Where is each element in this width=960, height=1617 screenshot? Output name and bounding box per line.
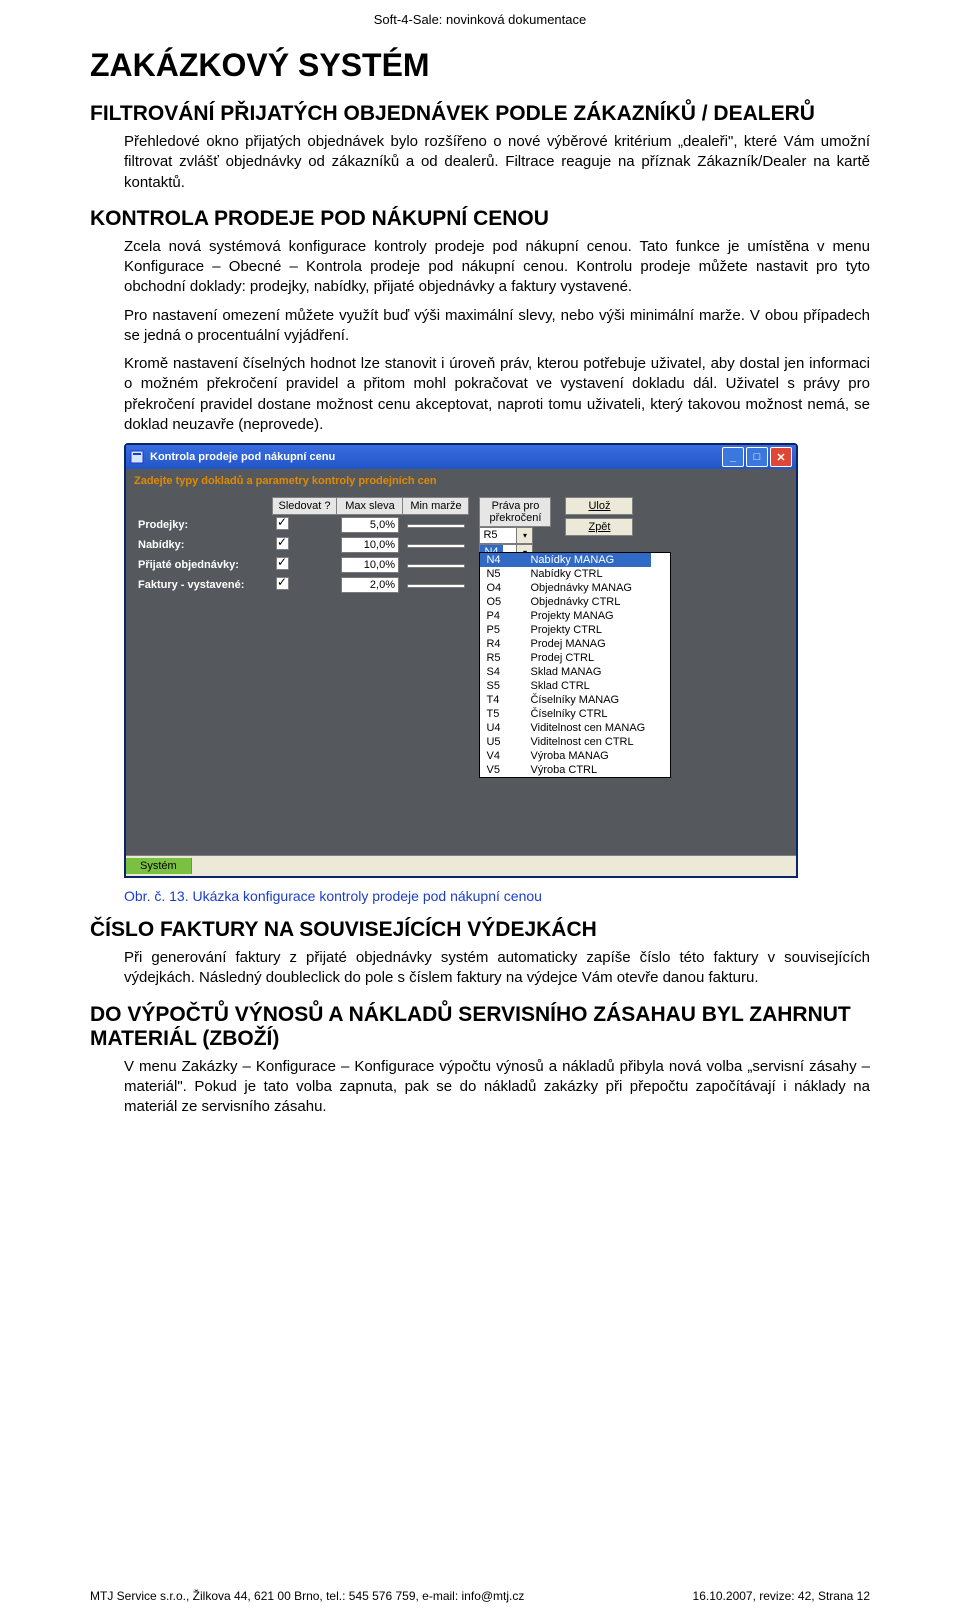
row-label: Faktury - vystavené: bbox=[134, 575, 272, 595]
dropdown-item[interactable]: R4Prodej MANAG bbox=[480, 637, 651, 651]
heading-initial: D bbox=[90, 1003, 105, 1026]
dropdown-item[interactable]: S5Sklad CTRL bbox=[480, 679, 651, 693]
back-button[interactable]: Zpět bbox=[565, 518, 633, 536]
maximize-button[interactable]: □ bbox=[746, 447, 768, 467]
save-button[interactable]: Ulož bbox=[565, 497, 633, 515]
maxsleva-prodejky[interactable]: 5,0% bbox=[341, 517, 399, 533]
heading-rest: ILTROVÁNÍ PŘIJATÝCH OBJEDNÁVEK PODLE ZÁK… bbox=[103, 102, 815, 125]
maxsleva-objednavky[interactable]: 10,0% bbox=[341, 557, 399, 573]
page-footer: MTJ Service s.r.o., Žilkova 44, 621 00 B… bbox=[90, 1589, 870, 1603]
page-header: Soft-4-Sale: novinková dokumentace bbox=[90, 0, 870, 27]
heading-rest: O VÝPOČTŮ VÝNOSŮ A NÁKLADŮ SERVISNÍHO ZÁ… bbox=[90, 1003, 851, 1050]
dropdown-item[interactable]: O4Objednávky MANAG bbox=[480, 581, 651, 595]
rights-dropdown-list[interactable]: N4Nabídky MANAGN5Nabídky CTRLO4Objednávk… bbox=[479, 552, 671, 778]
rights-select-prodejky[interactable]: R5▾ bbox=[479, 527, 533, 544]
section-3-heading: ČÍSLO FAKTURY NA SOUVISEJÍCÍCH VÝDEJKÁCH bbox=[90, 918, 870, 942]
heading-initial: K bbox=[90, 207, 105, 230]
window-title: Kontrola prodeje pod nákupní cenu bbox=[150, 451, 722, 463]
close-button[interactable]: ✕ bbox=[770, 447, 792, 467]
minmarze-prodejky[interactable] bbox=[407, 524, 465, 528]
dropdown-item[interactable]: U4Viditelnost cen MANAG bbox=[480, 721, 651, 735]
section-1-paragraph: Přehledové okno přijatých objednávek byl… bbox=[124, 132, 870, 193]
dropdown-item[interactable]: N5Nabídky CTRL bbox=[480, 567, 651, 581]
footer-left: MTJ Service s.r.o., Žilkova 44, 621 00 B… bbox=[90, 1589, 524, 1603]
col-watch: Sledovat ? bbox=[272, 498, 337, 515]
section-2-paragraph-3: Kromě nastavení číselných hodnot lze sta… bbox=[124, 354, 870, 435]
maxsleva-faktury[interactable]: 2,0% bbox=[341, 577, 399, 593]
heading-initial: Č bbox=[90, 918, 105, 941]
window-instruction: Zadejte typy dokladů a parametry kontrol… bbox=[126, 469, 796, 495]
dropdown-item[interactable]: P4Projekty MANAG bbox=[480, 609, 651, 623]
dropdown-item[interactable]: V5Výroba CTRL bbox=[480, 763, 651, 777]
checkbox-nabidky[interactable] bbox=[276, 537, 289, 550]
dropdown-item[interactable]: N4Nabídky MANAG bbox=[480, 553, 651, 567]
maxsleva-nabidky[interactable]: 10,0% bbox=[341, 537, 399, 553]
dropdown-item[interactable]: T5Číselníky CTRL bbox=[480, 707, 651, 721]
status-segment[interactable]: Systém bbox=[126, 858, 192, 874]
footer-right: 16.10.2007, revize: 42, Strana 12 bbox=[693, 1589, 870, 1603]
section-2-paragraph-2: Pro nastavení omezení můžete využít buď … bbox=[124, 306, 870, 347]
minmarze-objednavky[interactable] bbox=[407, 564, 465, 568]
window-statusbar: Systém bbox=[126, 855, 796, 876]
minmarze-faktury[interactable] bbox=[407, 584, 465, 588]
heading-rest: ONTROLA PRODEJE POD NÁKUPNÍ CENOU bbox=[105, 207, 549, 230]
section-4-heading: DO VÝPOČTŮ VÝNOSŮ A NÁKLADŮ SERVISNÍHO Z… bbox=[90, 1003, 870, 1051]
minmarze-nabidky[interactable] bbox=[407, 544, 465, 548]
section-2-heading: KONTROLA PRODEJE POD NÁKUPNÍ CENOU bbox=[90, 207, 870, 231]
app-icon bbox=[130, 450, 144, 464]
minimize-button[interactable]: _ bbox=[722, 447, 744, 467]
config-window: Kontrola prodeje pod nákupní cenu _ □ ✕ … bbox=[124, 443, 798, 878]
checkbox-faktury[interactable] bbox=[276, 577, 289, 590]
heading-initial: F bbox=[90, 102, 103, 125]
checkbox-prodejky[interactable] bbox=[276, 517, 289, 530]
dropdown-item[interactable]: P5Projekty CTRL bbox=[480, 623, 651, 637]
row-label: Přijaté objednávky: bbox=[134, 555, 272, 575]
col-rights: Práva pro překročení bbox=[479, 497, 551, 527]
heading-rest: ÍSLO FAKTURY NA SOUVISEJÍCÍCH VÝDEJKÁCH bbox=[105, 918, 597, 941]
dropdown-item[interactable]: S4Sklad MANAG bbox=[480, 665, 651, 679]
dropdown-item[interactable]: T4Číselníky MANAG bbox=[480, 693, 651, 707]
section-4-paragraph: V menu Zakázky – Konfigurace – Konfigura… bbox=[124, 1057, 870, 1118]
dropdown-item[interactable]: R5Prodej CTRL bbox=[480, 651, 651, 665]
section-2-paragraph-1: Zcela nová systémová konfigurace kontrol… bbox=[124, 237, 870, 298]
main-heading: ZAKÁZKOVÝ SYSTÉM bbox=[90, 47, 870, 84]
checkbox-objednavky[interactable] bbox=[276, 557, 289, 570]
dropdown-item[interactable]: V4Výroba MANAG bbox=[480, 749, 651, 763]
window-titlebar[interactable]: Kontrola prodeje pod nákupní cenu _ □ ✕ bbox=[126, 445, 796, 469]
dropdown-item[interactable]: U5Viditelnost cen CTRL bbox=[480, 735, 651, 749]
row-label: Nabídky: bbox=[134, 535, 272, 555]
dropdown-item[interactable]: O5Objednávky CTRL bbox=[480, 595, 651, 609]
row-label: Prodejky: bbox=[134, 515, 272, 536]
col-minmarze: Min marže bbox=[403, 498, 469, 515]
section-1-heading: FILTROVÁNÍ PŘIJATÝCH OBJEDNÁVEK PODLE ZÁ… bbox=[90, 102, 870, 126]
section-3-paragraph: Při generování faktury z přijaté objedná… bbox=[124, 948, 870, 989]
figure-caption: Obr. č. 13. Ukázka konfigurace kontroly … bbox=[124, 888, 870, 904]
chevron-down-icon[interactable]: ▾ bbox=[516, 528, 532, 543]
col-maxsleva: Max sleva bbox=[337, 498, 403, 515]
